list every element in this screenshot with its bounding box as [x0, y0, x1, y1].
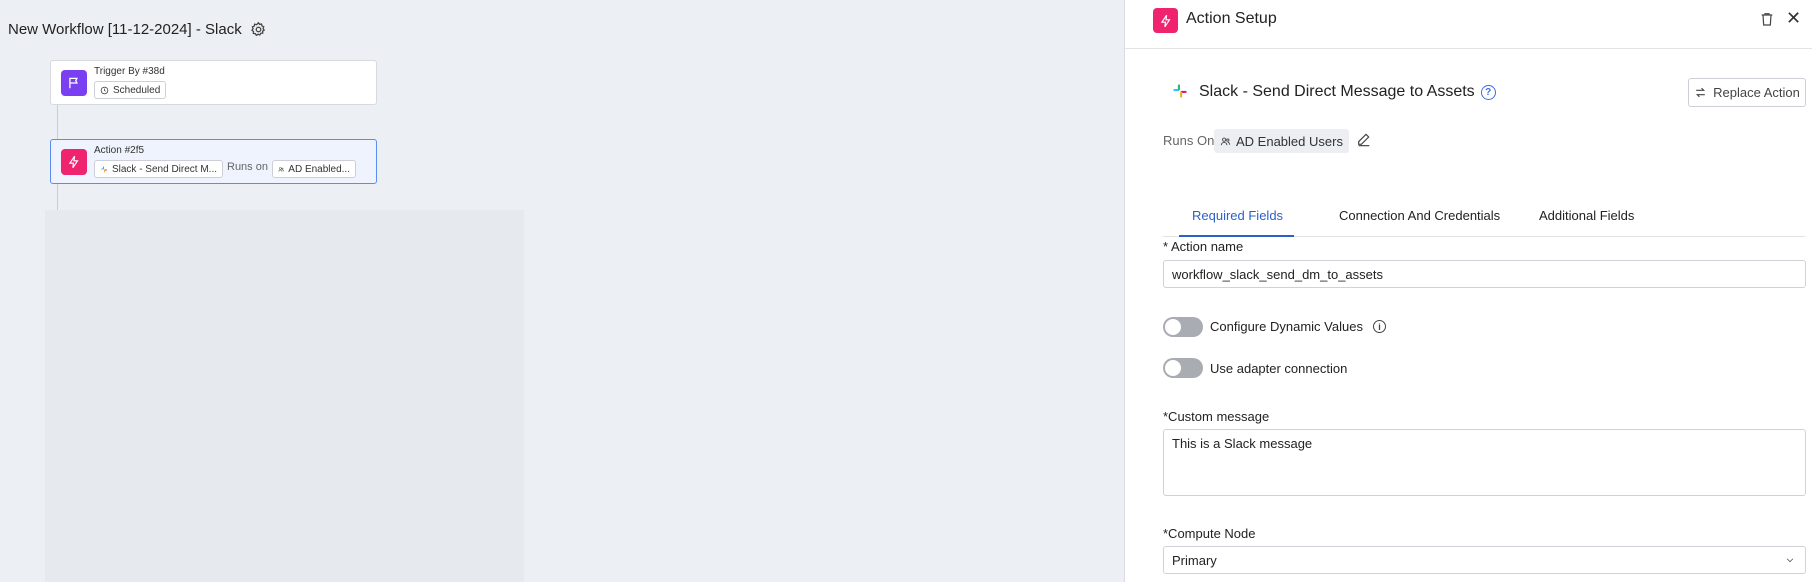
workflow-title-text: New Workflow [11-12-2024] - Slack: [8, 21, 242, 38]
toggle-knob: [1165, 319, 1181, 335]
lightning-icon: [61, 149, 87, 175]
adapter-connection-toggle[interactable]: [1163, 358, 1203, 378]
custom-message-textarea[interactable]: This is a Slack message: [1163, 429, 1806, 496]
chevron-down-icon: [1786, 558, 1794, 563]
tab-bar: Required Fields Connection And Credentia…: [1163, 200, 1805, 237]
compute-node-label: *Compute Node: [1163, 526, 1256, 541]
panel-title: Action Setup: [1186, 10, 1277, 27]
dynamic-values-label-row: Configure Dynamic Values i: [1210, 319, 1386, 334]
canvas-shaded-area: [45, 210, 524, 582]
tab-required-fields[interactable]: Required Fields: [1179, 208, 1294, 237]
action-node-label: Action #2f5: [94, 145, 145, 156]
action-title-text: Slack - Send Direct Message to Assets: [1199, 83, 1475, 100]
schedule-chip-label: Scheduled: [113, 84, 161, 96]
compute-node-value: Primary: [1172, 553, 1217, 568]
action-name-input[interactable]: workflow_slack_send_dm_to_assets: [1163, 260, 1806, 288]
lightning-icon: [1153, 8, 1178, 33]
swap-icon: [1696, 87, 1706, 98]
action-type-chip-label: Slack - Send Direct M...: [111, 163, 217, 175]
action-title: Slack - Send Direct Message to Assets ?: [1199, 83, 1496, 101]
info-icon[interactable]: i: [1372, 320, 1386, 333]
pencil-icon[interactable]: [1356, 131, 1372, 147]
toggle-knob: [1165, 360, 1181, 376]
custom-message-label: *Custom message: [1163, 409, 1270, 424]
dynamic-values-toggle[interactable]: [1163, 317, 1203, 337]
adapter-connection-label-row: Use adapter connection: [1210, 361, 1347, 376]
flag-icon: [61, 70, 87, 96]
action-node[interactable]: Action #2f5 Slack - Send Direct M... Run…: [50, 139, 377, 184]
connector-line: [57, 182, 58, 210]
users-icon: [278, 166, 284, 172]
users-icon: [1220, 137, 1231, 145]
connector-line: [57, 105, 58, 139]
trigger-node[interactable]: Trigger By #38d Scheduled: [50, 60, 377, 105]
runs-on-chip[interactable]: AD Enabled Users: [1214, 129, 1349, 153]
runs-on-target-chip[interactable]: AD Enabled...: [272, 160, 356, 178]
trigger-node-label: Trigger By #38d: [94, 66, 165, 77]
tab-connection-credentials[interactable]: Connection And Credentials: [1339, 208, 1500, 237]
close-icon[interactable]: ✕: [1786, 8, 1801, 28]
panel-header: Action Setup ✕: [1125, 0, 1812, 49]
trash-icon[interactable]: [1759, 11, 1775, 27]
action-setup-panel: Action Setup ✕ Slack - Send Direct Messa…: [1124, 0, 1812, 582]
tab-additional-fields[interactable]: Additional Fields: [1539, 208, 1634, 237]
slack-icon: [100, 166, 107, 172]
dynamic-values-label: Configure Dynamic Values: [1210, 319, 1363, 334]
action-name-label: * Action name: [1163, 239, 1244, 254]
slack-icon: [1173, 84, 1187, 98]
runs-on-value: AD Enabled Users: [1236, 133, 1343, 149]
clock-icon: [100, 86, 109, 94]
adapter-connection-label: Use adapter connection: [1210, 361, 1348, 376]
compute-node-select[interactable]: Primary: [1163, 546, 1806, 574]
help-icon[interactable]: ?: [1480, 84, 1496, 100]
workflow-canvas[interactable]: New Workflow [11-12-2024] - Slack Trigge…: [0, 0, 1124, 582]
runs-on-label-small: Runs on: [227, 161, 268, 173]
action-type-chip[interactable]: Slack - Send Direct M...: [94, 160, 223, 178]
schedule-chip[interactable]: Scheduled: [94, 81, 167, 99]
gear-icon[interactable]: [250, 21, 267, 38]
runs-on-target-label: AD Enabled...: [288, 163, 350, 175]
runs-on-label: Runs On: [1163, 133, 1215, 148]
workflow-title: New Workflow [11-12-2024] - Slack: [8, 21, 267, 38]
replace-action-label: Replace Action: [1713, 85, 1800, 100]
replace-action-button[interactable]: Replace Action: [1688, 78, 1806, 107]
